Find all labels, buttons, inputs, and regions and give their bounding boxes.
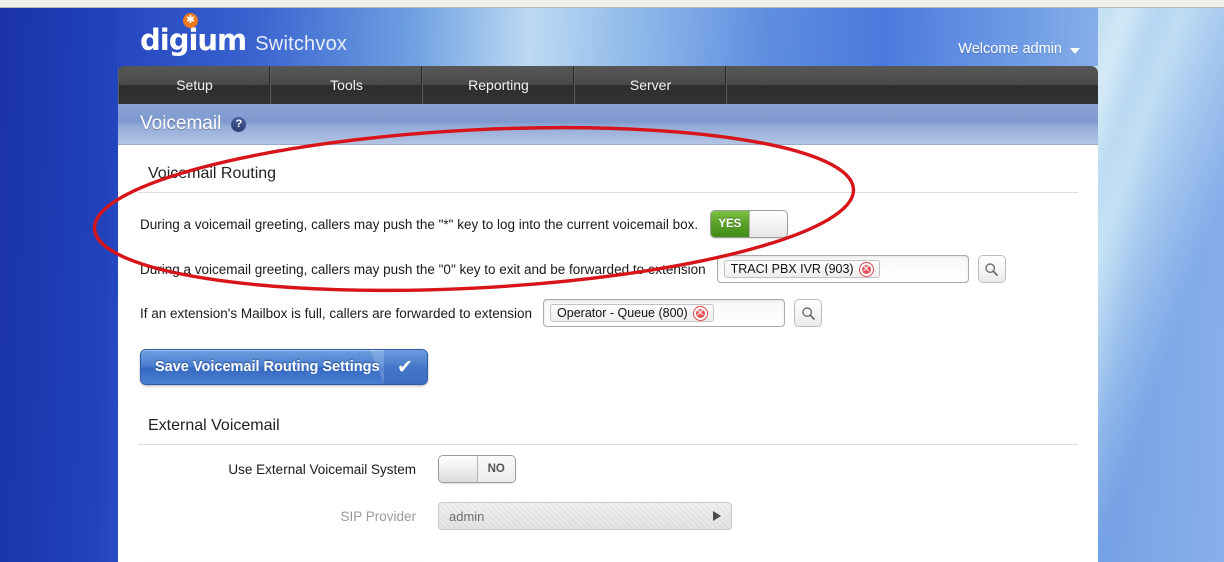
toggle-yes-label: YES <box>711 211 749 237</box>
nav-tab-reporting[interactable]: Reporting <box>423 66 575 104</box>
checkmark-icon: ✔ <box>370 350 427 384</box>
main-navigation: Setup Tools Reporting Server <box>118 66 1098 104</box>
extension-token[interactable]: TRACI PBX IVR (903) ✕ <box>723 260 880 278</box>
nav-tab-tools[interactable]: Tools <box>271 66 423 104</box>
nav-tab-setup[interactable]: Setup <box>118 66 271 104</box>
toggle-knob <box>439 456 478 482</box>
magnifier-icon <box>985 262 999 276</box>
extension-token[interactable]: Operator - Queue (800) ✕ <box>550 304 714 322</box>
remove-circle-icon[interactable]: ✕ <box>693 306 707 320</box>
sip-provider-value: admin <box>449 508 485 524</box>
app-header: ✱ digium Switchvox Welcome admin <box>118 8 1098 66</box>
mailbox-full-extension-field[interactable]: Operator - Queue (800) ✕ <box>543 299 786 327</box>
row-star-key-login: During a voicemail greeting, callers may… <box>138 193 1078 247</box>
row-sip-provider: SIP Provider admin <box>138 493 1078 539</box>
row-zero-key-exit: During a voicemail greeting, callers may… <box>138 247 1078 291</box>
nav-tab-label: Tools <box>330 77 363 93</box>
asterisk-icon: ✱ <box>183 13 198 28</box>
sip-provider-select[interactable]: admin <box>438 502 732 530</box>
sip-provider-label: SIP Provider <box>340 508 416 524</box>
digium-switchvox-logo: ✱ digium Switchvox <box>140 13 348 57</box>
mailbox-full-extension-search-button[interactable] <box>794 299 823 327</box>
save-button-label: Save Voicemail Routing Settings <box>155 359 380 375</box>
nav-tab-label: Setup <box>176 77 213 93</box>
caret-right-icon <box>713 511 721 521</box>
nav-tab-label: Reporting <box>468 77 529 93</box>
extension-token-label: Operator - Queue (800) <box>557 306 688 320</box>
brand-digium: digium <box>140 23 247 57</box>
section-heading-external-voicemail: External Voicemail <box>138 385 1078 445</box>
remove-circle-icon[interactable]: ✕ <box>859 262 873 276</box>
nav-filler <box>727 66 1098 104</box>
use-external-voicemail-label: Use External Voicemail System <box>228 461 416 477</box>
mailbox-full-label: If an extension's Mailbox is full, calle… <box>140 305 533 321</box>
zero-key-extension-field[interactable]: TRACI PBX IVR (903) ✕ <box>716 255 969 283</box>
use-external-voicemail-toggle[interactable]: NO <box>438 455 516 483</box>
star-key-login-toggle[interactable]: YES <box>710 210 789 238</box>
chevron-down-icon <box>1070 47 1080 54</box>
page-title: Voicemail <box>140 113 222 134</box>
nav-tab-label: Server <box>629 77 672 93</box>
zero-key-extension-search-button[interactable] <box>977 255 1006 283</box>
question-mark-icon[interactable]: ? <box>231 116 247 132</box>
section-heading-voicemail-routing: Voicemail Routing <box>138 145 1078 193</box>
welcome-admin-menu[interactable]: Welcome admin <box>958 41 1080 57</box>
row-mailbox-full: If an extension's Mailbox is full, calle… <box>138 291 1078 335</box>
page-title-bar: Voicemail ? <box>118 104 1098 145</box>
browser-top-edge <box>0 0 1224 8</box>
welcome-label: Welcome admin <box>958 41 1062 57</box>
extension-token-label: TRACI PBX IVR (903) <box>730 262 854 276</box>
save-voicemail-routing-settings-button[interactable]: Save Voicemail Routing Settings ✔ <box>140 349 428 385</box>
toggle-knob <box>748 211 788 237</box>
row-use-external-voicemail: Use External Voicemail System NO <box>138 445 1078 493</box>
magnifier-icon <box>801 306 815 320</box>
star-key-login-label: During a voicemail greeting, callers may… <box>140 216 699 232</box>
nav-tab-server[interactable]: Server <box>575 66 727 104</box>
toggle-no-label: NO <box>477 456 515 482</box>
zero-key-exit-label: During a voicemail greeting, callers may… <box>140 261 706 277</box>
brand-switchvox: Switchvox <box>255 33 348 55</box>
switchvox-admin-window: ✱ digium Switchvox Welcome admin Setup T… <box>118 8 1098 562</box>
page-content: Voicemail Routing During a voicemail gre… <box>118 145 1098 562</box>
